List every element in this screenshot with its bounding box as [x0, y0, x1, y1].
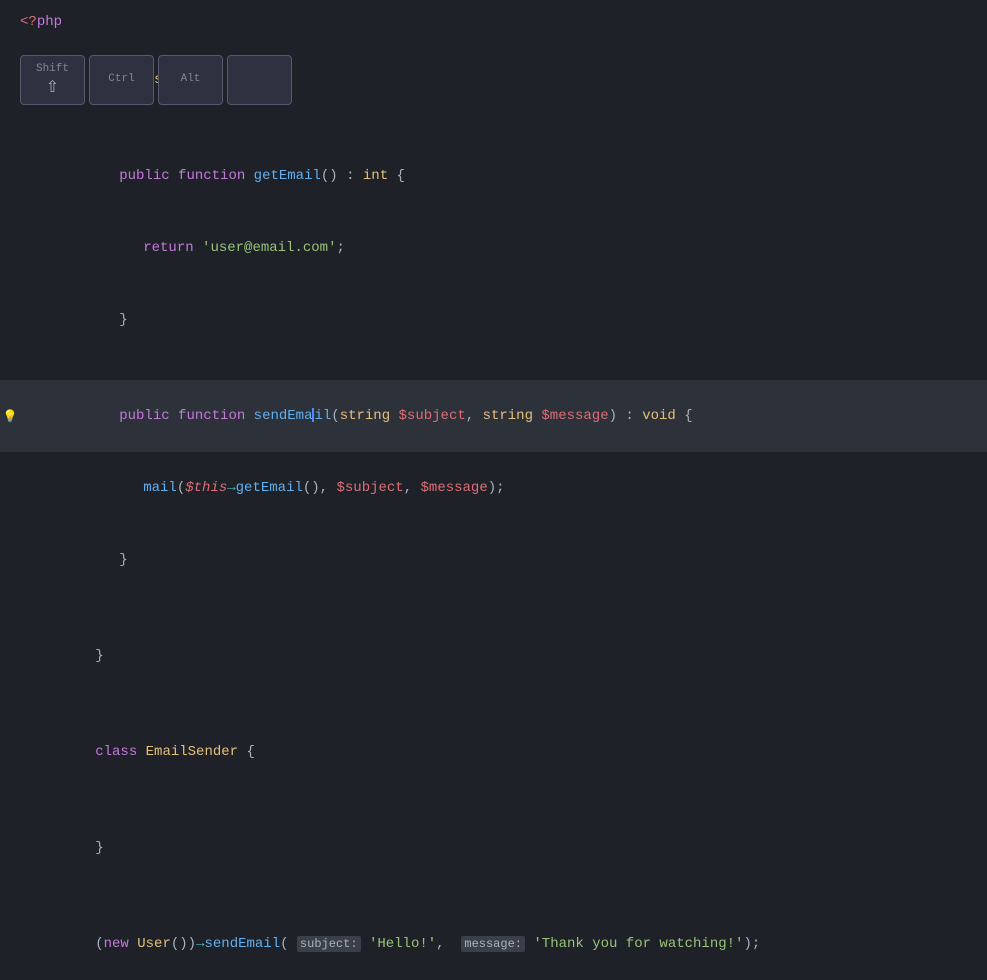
line-gutter: 💡	[0, 409, 20, 424]
line-content: }	[20, 524, 128, 596]
line-content: }	[20, 284, 128, 356]
code-line	[0, 884, 987, 908]
extra-key[interactable]	[227, 55, 292, 105]
code-line: (new User())→sendEmail( subject: 'Hello!…	[0, 908, 987, 980]
keyboard-shortcut-overlay: Shift ⇧ Ctrl Alt	[20, 55, 292, 105]
line-content: public function getEmail() : int {	[20, 140, 405, 212]
php-open-tag: <?php	[0, 0, 987, 44]
lightbulb-icon: 💡	[3, 409, 18, 424]
line-content: class EmailSender {	[20, 716, 255, 788]
line-content: public function sendEmail(string $subjec…	[20, 380, 693, 452]
code-line-highlighted: 💡 public function sendEmail(string $subj…	[0, 380, 987, 452]
code-line: return 'user@email.com';	[0, 212, 987, 284]
code-line	[0, 788, 987, 812]
code-line: mail($this→getEmail(), $subject, $messag…	[0, 452, 987, 524]
line-content: (new User())→sendEmail( subject: 'Hello!…	[20, 908, 760, 980]
line-content: }	[20, 812, 104, 884]
line-content: }	[20, 620, 104, 692]
ctrl-key[interactable]: Ctrl	[89, 55, 154, 105]
code-line	[0, 356, 987, 380]
code-editor: <?php Shift ⇧ Ctrl Alt class User {	[0, 0, 987, 720]
code-line: public function getEmail() : int {	[0, 140, 987, 212]
code-line: }	[0, 284, 987, 356]
code-line: class EmailSender {	[0, 716, 987, 788]
code-line: }	[0, 620, 987, 692]
code-line: }	[0, 524, 987, 596]
alt-key[interactable]: Alt	[158, 55, 223, 105]
code-line: }	[0, 812, 987, 884]
shift-key[interactable]: Shift ⇧	[20, 55, 85, 105]
code-area: class User { public function getEmail() …	[0, 44, 987, 980]
code-line	[0, 596, 987, 620]
line-content: return 'user@email.com';	[20, 212, 345, 284]
code-line	[0, 692, 987, 716]
code-line	[0, 116, 987, 140]
line-content: mail($this→getEmail(), $subject, $messag…	[20, 452, 505, 524]
